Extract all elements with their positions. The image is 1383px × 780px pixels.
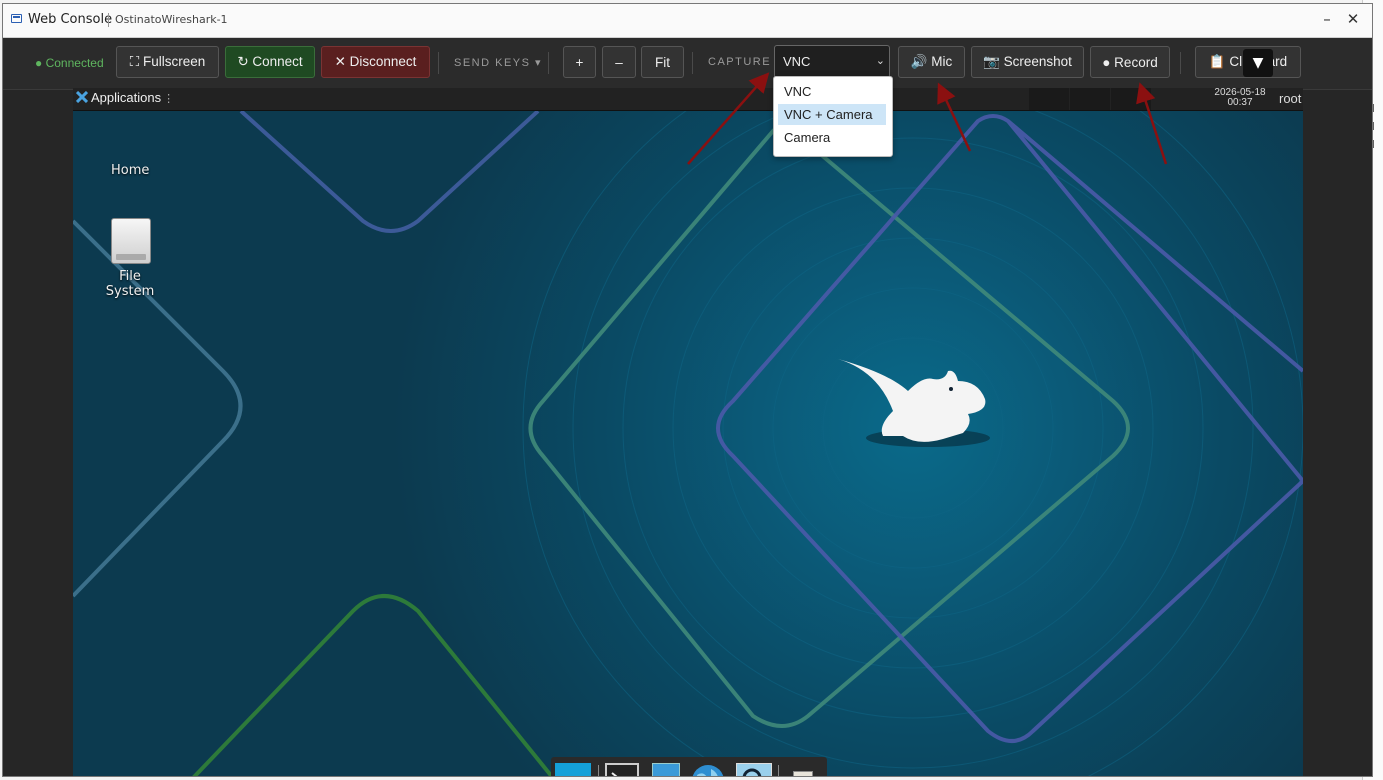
toolbar-divider: [548, 52, 549, 74]
applications-menu[interactable]: Applications ⋮: [76, 90, 174, 105]
toolbar-divider: [1180, 52, 1181, 74]
folder-icon[interactable]: [793, 771, 813, 776]
chevron-down-icon: ⌄: [875, 55, 885, 67]
panel-handle-icon: ⋮: [163, 93, 175, 105]
panel-workspace-1[interactable]: [1029, 88, 1069, 110]
capture-option-camera[interactable]: Camera: [778, 127, 886, 148]
fullscreen-button[interactable]: ⛶ Fullscreen: [116, 46, 219, 78]
mic-button[interactable]: 🔊 Mic: [898, 46, 965, 78]
bottom-dock: [551, 757, 827, 776]
console-toolbar: ● Connected ⛶ Fullscreen ↻ Connect ✕ Dis…: [3, 38, 1372, 90]
window-subtitle: OstinatoWireshark-1: [115, 13, 228, 26]
capture-option-vnc[interactable]: VNC: [778, 81, 886, 102]
connect-button[interactable]: ↻ Connect: [225, 46, 315, 78]
terminal-prompt-icon: [611, 772, 618, 776]
panel-workspace-2[interactable]: [1070, 88, 1110, 110]
close-button[interactable]: ✕: [1343, 10, 1363, 28]
capture-label: CAPTURE: [708, 56, 772, 68]
remote-top-panel: Applications ⋮ 2026-05-18 00:37 root: [73, 88, 1303, 111]
file-manager-icon[interactable]: [652, 763, 680, 776]
zoom-in-button[interactable]: +: [563, 46, 596, 78]
capture-dropdown: VNC VNC + Camera Camera: [773, 76, 893, 157]
remote-desktop[interactable]: Home File System: [73, 111, 1303, 776]
title-separator: [108, 13, 109, 27]
console-icon: [11, 14, 22, 23]
applications-label: Applications: [91, 90, 162, 105]
panel-clock: 2026-05-18 00:37: [1203, 88, 1277, 108]
capture-select-value: VNC: [783, 54, 811, 69]
clock-time: 00:37: [1227, 97, 1253, 108]
file-system-icon[interactable]: [111, 218, 151, 264]
record-button[interactable]: ● Record: [1090, 46, 1170, 78]
panel-workspace-3[interactable]: [1111, 88, 1151, 110]
window-title: Web Console: [28, 12, 113, 27]
xfce-logo-icon: [76, 91, 88, 103]
file-system-label[interactable]: File System: [95, 269, 165, 299]
panel-user: root: [1279, 91, 1302, 106]
show-desktop-icon[interactable]: [555, 763, 591, 776]
dock-separator: [598, 765, 599, 776]
send-keys-menu[interactable]: SEND KEYS ▾: [454, 56, 542, 69]
home-icon-label[interactable]: Home: [111, 163, 149, 178]
zoom-out-button[interactable]: –: [602, 46, 636, 78]
web-browser-icon[interactable]: [689, 763, 727, 776]
minimize-button[interactable]: –: [1317, 10, 1337, 28]
fit-button[interactable]: Fit: [641, 46, 684, 78]
magnifier-icon: [742, 768, 762, 776]
toolbar-divider: [692, 52, 693, 74]
toolbar-collapse-toggle[interactable]: ▼: [1243, 49, 1273, 77]
globe-icon: [692, 765, 724, 776]
disconnect-button[interactable]: ✕ Disconnect: [321, 46, 430, 78]
connection-status: ● Connected: [35, 56, 104, 70]
remote-screen[interactable]: Applications ⋮ 2026-05-18 00:37 root Hom…: [73, 88, 1303, 776]
xfce-wallpaper: [73, 111, 1303, 776]
toolbar-divider: [438, 52, 439, 74]
app-finder-icon[interactable]: [736, 763, 772, 776]
capture-select[interactable]: VNC ⌄: [774, 45, 890, 78]
screenshot-button[interactable]: 📷 Screenshot: [971, 46, 1084, 78]
web-console-window: Web Console OstinatoWireshark-1 – ✕ ● Co…: [2, 3, 1373, 777]
dock-separator: [778, 765, 779, 776]
capture-option-vnc-camera[interactable]: VNC + Camera: [778, 104, 886, 125]
terminal-icon[interactable]: [605, 763, 639, 776]
title-bar: Web Console OstinatoWireshark-1 – ✕: [3, 4, 1372, 38]
